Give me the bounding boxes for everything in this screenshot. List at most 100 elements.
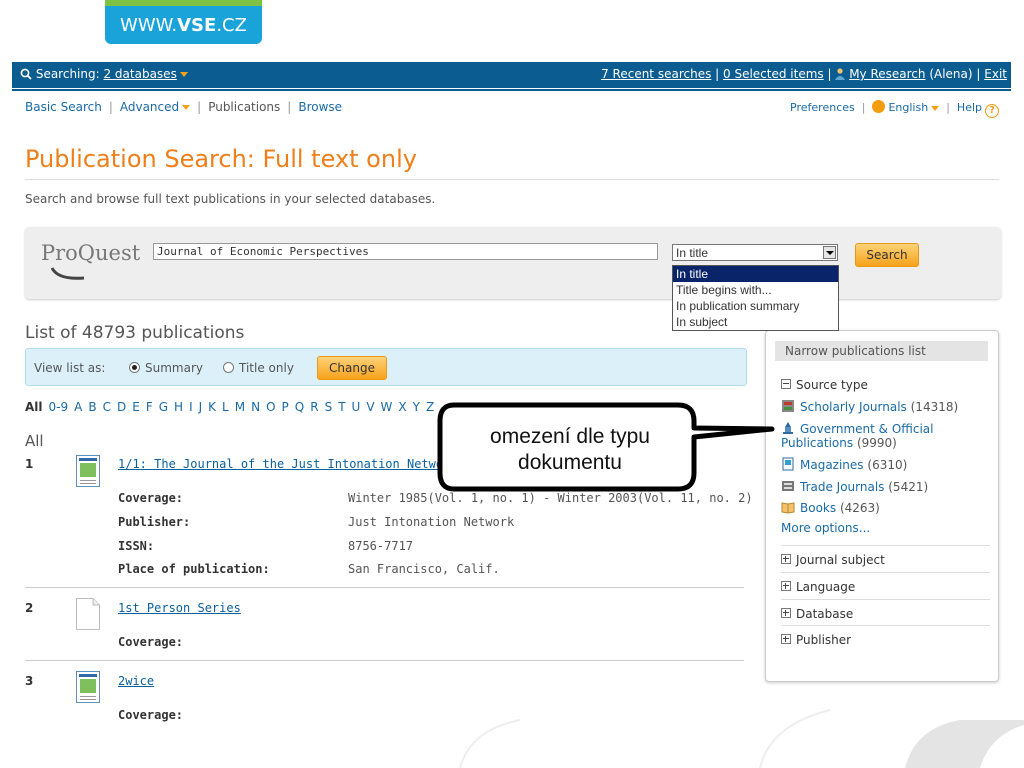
alpha-t[interactable]: T: [338, 400, 345, 414]
alpha-m[interactable]: M: [235, 400, 245, 414]
alpha-j[interactable]: J: [199, 400, 203, 414]
my-research-link[interactable]: My Research: [849, 67, 925, 81]
expand-icon[interactable]: [781, 608, 791, 618]
search-button[interactable]: Search: [855, 243, 919, 267]
alpha-y[interactable]: Y: [413, 400, 420, 414]
alpha-p[interactable]: P: [282, 400, 289, 414]
place-value: San Francisco, Calif.: [348, 562, 500, 576]
logo-accent-bar: [105, 0, 262, 6]
alpha-all[interactable]: All: [25, 400, 43, 414]
alpha-i[interactable]: I: [189, 400, 193, 414]
result-title-link[interactable]: 1st Person Series: [118, 601, 241, 615]
row-divider: [25, 587, 744, 588]
alpha-q[interactable]: Q: [295, 400, 304, 414]
dropdown-option-publication-summary[interactable]: In publication summary: [673, 298, 838, 314]
publisher-toggle[interactable]: Publisher: [781, 633, 851, 647]
alpha-z[interactable]: Z: [426, 400, 434, 414]
language-toggle[interactable]: Language: [781, 580, 855, 594]
alpha-b[interactable]: B: [88, 400, 96, 414]
utility-nav: Preferences | English | Help?: [790, 100, 999, 118]
chevron-down-icon[interactable]: [931, 105, 940, 111]
alpha-v[interactable]: V: [366, 400, 374, 414]
alpha-n[interactable]: N: [251, 400, 260, 414]
vse-logo[interactable]: WWW.VSE.CZ: [105, 0, 262, 44]
search-field-select[interactable]: In title: [672, 244, 838, 261]
recent-searches-link[interactable]: 7 Recent searches: [601, 67, 711, 81]
source-books[interactable]: Books (4263): [781, 500, 880, 515]
help-icon[interactable]: ?: [985, 104, 999, 118]
exit-link[interactable]: Exit: [984, 67, 1007, 81]
search-field-dropdown: In title Title begins with... In publica…: [672, 265, 839, 331]
alpha-c[interactable]: C: [103, 400, 111, 414]
source-government-cont[interactable]: Publications (9990): [781, 436, 897, 450]
language-selector[interactable]: English: [888, 101, 928, 114]
more-options-link[interactable]: More options...: [781, 521, 870, 535]
issn-value: 8756-7717: [348, 539, 414, 553]
alpha-g[interactable]: G: [159, 400, 168, 414]
alpha-k[interactable]: K: [208, 400, 216, 414]
dropdown-option-subject[interactable]: In subject: [673, 314, 838, 330]
preferences-link[interactable]: Preferences: [790, 101, 855, 114]
narrow-divider: [781, 599, 990, 600]
publication-search-input[interactable]: [153, 243, 658, 260]
alphabet-filter: All 0-9 A B C D E F G H I J K L M N O P Q R S T U V W X Y Z: [25, 400, 440, 414]
alpha-f[interactable]: F: [146, 400, 153, 414]
source-type-toggle[interactable]: Source type: [781, 378, 868, 392]
result-title-link[interactable]: 1/1: The Journal of the Just Intonation …: [118, 457, 458, 471]
source-scholarly-journals[interactable]: Scholarly Journals (14318): [781, 399, 958, 414]
journal-fulltext-icon[interactable]: [76, 455, 100, 487]
dropdown-arrow-icon[interactable]: [823, 246, 836, 259]
dropdown-option-in-title[interactable]: In title: [673, 266, 838, 282]
radio-checked-icon[interactable]: [129, 362, 140, 373]
narrow-divider: [781, 572, 990, 573]
alpha-r[interactable]: R: [310, 400, 318, 414]
radio-unchecked-icon[interactable]: [223, 362, 234, 373]
narrow-panel-heading: Narrow publications list: [775, 341, 988, 361]
nav-basic-search[interactable]: Basic Search: [25, 100, 102, 114]
alpha-d[interactable]: D: [117, 400, 126, 414]
narrow-divider: [781, 545, 990, 546]
alpha-s[interactable]: S: [325, 400, 333, 414]
alpha-h[interactable]: H: [174, 400, 183, 414]
help-link[interactable]: Help: [957, 101, 982, 114]
nav-publications[interactable]: Publications: [208, 100, 280, 114]
databases-link[interactable]: 2 databases: [103, 67, 176, 81]
chevron-down-icon[interactable]: [179, 72, 188, 77]
alpha-l[interactable]: L: [222, 400, 229, 414]
decorative-arcs: [459, 709, 1024, 768]
place-label: Place of publication:: [118, 562, 270, 576]
view-title-only-option[interactable]: Title only: [223, 361, 294, 375]
dropdown-option-title-begins[interactable]: Title begins with...: [673, 282, 838, 298]
alpha-a[interactable]: A: [74, 400, 82, 414]
coverage-label: Coverage:: [118, 491, 184, 505]
expand-icon[interactable]: [781, 581, 791, 591]
alpha-0-9[interactable]: 0-9: [49, 400, 69, 414]
journal-subject-toggle[interactable]: Journal subject: [781, 553, 885, 567]
result-number: 1: [25, 457, 34, 471]
change-view-button[interactable]: Change: [317, 356, 387, 380]
source-trade-journals[interactable]: Trade Journals (5421): [781, 479, 928, 494]
chevron-down-icon[interactable]: [182, 105, 191, 110]
expand-icon[interactable]: [781, 634, 791, 644]
alpha-u[interactable]: U: [352, 400, 361, 414]
alpha-x[interactable]: X: [398, 400, 406, 414]
expand-icon[interactable]: [781, 554, 791, 564]
source-government[interactable]: Government & Official: [781, 421, 934, 436]
book-icon: [781, 502, 795, 514]
source-magazines[interactable]: Magazines (6310): [781, 457, 907, 472]
alpha-o[interactable]: O: [266, 400, 275, 414]
alpha-w[interactable]: W: [381, 400, 393, 414]
nav-advanced[interactable]: Advanced: [120, 100, 179, 114]
alpha-e[interactable]: E: [132, 400, 140, 414]
callout-text: omezení dle typu dokumentu: [490, 425, 650, 474]
database-toggle[interactable]: Database: [781, 607, 853, 621]
document-icon[interactable]: [76, 598, 100, 630]
title-divider: [25, 179, 999, 180]
view-list-label: View list as:: [34, 361, 106, 375]
proquest-logo: ProQuest: [41, 241, 141, 265]
collapse-icon[interactable]: [781, 379, 791, 389]
nav-browse[interactable]: Browse: [298, 100, 342, 114]
selected-items-link[interactable]: 0 Selected items: [723, 67, 824, 81]
top-links: 7 Recent searches | 0 Selected items | M…: [601, 67, 1007, 81]
view-summary-option[interactable]: Summary: [129, 361, 203, 375]
